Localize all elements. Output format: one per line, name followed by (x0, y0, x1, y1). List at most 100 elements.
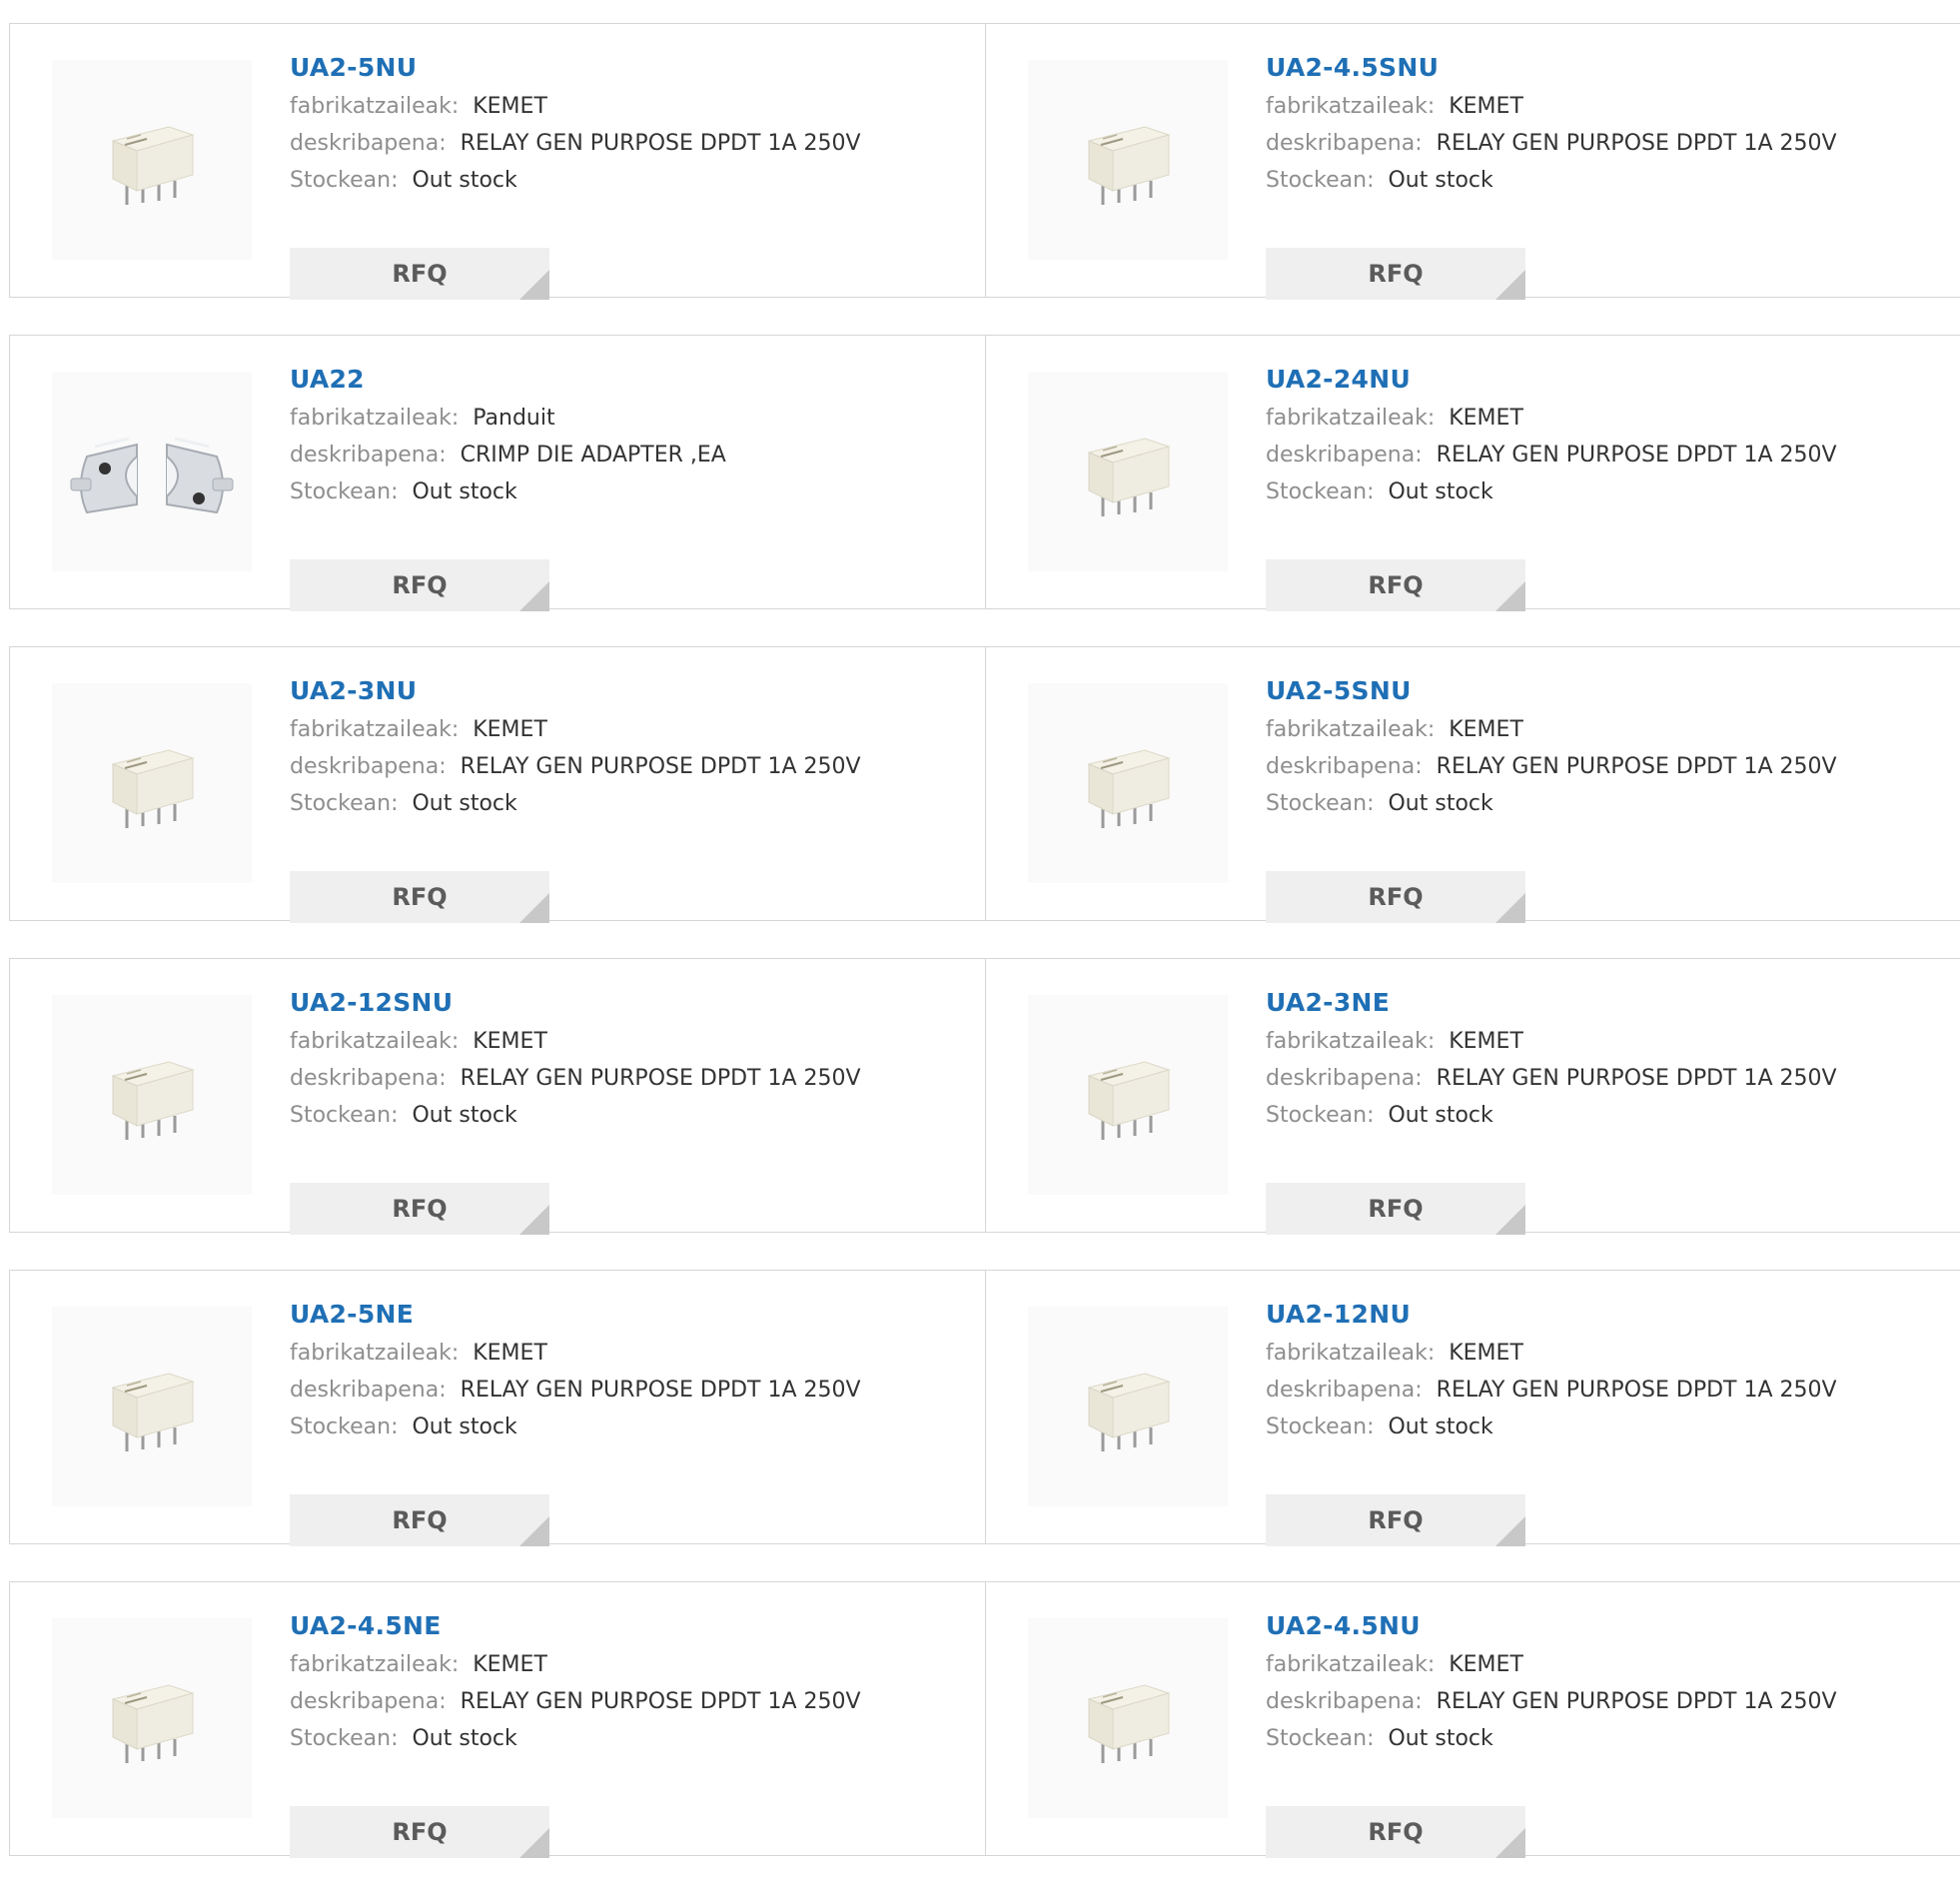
description-field: deskribapena: RELAY GEN PURPOSE DPDT 1A 2… (290, 1060, 975, 1097)
product-info: UA2-12SNU fabrikatzaileak: KEMET deskribape… (290, 987, 975, 1235)
manufacturer-field: fabrikatzaileak: KEMET (290, 1335, 975, 1372)
relay-image[interactable] (1028, 1618, 1228, 1818)
stock-field: Stockean: Out stock (1266, 1720, 1950, 1757)
corner-triangle-icon (1495, 1828, 1525, 1858)
part-number-link[interactable]: UA2-4.5SNU (1266, 52, 1950, 88)
relay-image[interactable] (52, 683, 252, 883)
relay-image[interactable] (1028, 995, 1228, 1195)
corner-triangle-icon (1495, 270, 1525, 300)
rfq-label: RFQ (1368, 1818, 1424, 1846)
description-field: deskribapena: RELAY GEN PURPOSE DPDT 1A 2… (290, 125, 975, 162)
manufacturer-label: fabrikatzaileak: (290, 1341, 460, 1366)
part-number-link[interactable]: UA2-3NE (1266, 987, 1950, 1023)
rfq-button[interactable]: RFQ (290, 1183, 549, 1235)
description-label: deskribapena: (1266, 1378, 1423, 1403)
rfq-button[interactable]: RFQ (1266, 248, 1525, 300)
rfq-button[interactable]: RFQ (290, 1806, 549, 1858)
part-number-link[interactable]: UA2-5NU (290, 52, 975, 88)
description-label: deskribapena: (1266, 131, 1423, 156)
part-number-link[interactable]: UA2-5SNU (1266, 675, 1950, 711)
stock-value: Out stock (1388, 1726, 1493, 1751)
description-value: RELAY GEN PURPOSE DPDT 1A 250V (1436, 1378, 1837, 1403)
description-value: RELAY GEN PURPOSE DPDT 1A 250V (460, 1066, 861, 1091)
manufacturer-field: fabrikatzaileak: KEMET (1266, 400, 1950, 437)
part-number-link[interactable]: UA2-12NU (1266, 1299, 1950, 1335)
rfq-button[interactable]: RFQ (1266, 1806, 1525, 1858)
corner-triangle-icon (519, 893, 549, 923)
rfq-button[interactable]: RFQ (290, 1494, 549, 1546)
part-number-link[interactable]: UA2-5NE (290, 1299, 975, 1335)
stock-value: Out stock (412, 168, 517, 193)
product-info: UA2-5NE fabrikatzaileak: KEMET deskribapena… (290, 1299, 975, 1546)
description-field: deskribapena: CRIMP DIE ADAPTER ,EA (290, 437, 975, 473)
manufacturer-value: Panduit (473, 406, 555, 431)
rfq-label: RFQ (392, 883, 448, 911)
manufacturer-label: fabrikatzaileak: (1266, 94, 1436, 119)
description-label: deskribapena: (290, 131, 447, 156)
description-field: deskribapena: RELAY GEN PURPOSE DPDT 1A 2… (1266, 1372, 1950, 1409)
product-info: UA2-3NU fabrikatzaileak: KEMET deskribapena… (290, 675, 975, 923)
rfq-label: RFQ (1368, 1506, 1424, 1534)
part-number-link[interactable]: UA2-3NU (290, 675, 975, 711)
description-label: deskribapena: (290, 1378, 447, 1403)
stock-value: Out stock (1388, 791, 1493, 816)
manufacturer-value: KEMET (1449, 717, 1523, 742)
product-row: UA2-12SNU fabrikatzaileak: KEMET deskribape… (9, 958, 1960, 1235)
manufacturer-field: fabrikatzaileak: KEMET (1266, 1646, 1950, 1683)
manufacturer-label: fabrikatzaileak: (1266, 1341, 1436, 1366)
description-label: deskribapena: (1266, 754, 1423, 779)
rfq-button[interactable]: RFQ (1266, 1183, 1525, 1235)
stock-value: Out stock (412, 479, 517, 504)
relay-image[interactable] (1028, 60, 1228, 260)
relay-image[interactable] (1028, 372, 1228, 571)
product-info: UA2-3NE fabrikatzaileak: KEMET deskribapena… (1266, 987, 1950, 1235)
rfq-button[interactable]: RFQ (1266, 559, 1525, 611)
product-card: UA2-24NU fabrikatzaileak: KEMET deskribapen… (985, 336, 1960, 611)
rfq-button[interactable]: RFQ (290, 871, 549, 923)
description-field: deskribapena: RELAY GEN PURPOSE DPDT 1A 2… (1266, 125, 1950, 162)
description-field: deskribapena: RELAY GEN PURPOSE DPDT 1A 2… (290, 1372, 975, 1409)
stock-value: Out stock (1388, 1103, 1493, 1128)
manufacturer-label: fabrikatzaileak: (1266, 1652, 1436, 1677)
part-number-link[interactable]: UA2-4.5NU (1266, 1610, 1950, 1646)
rfq-button[interactable]: RFQ (290, 559, 549, 611)
product-info: UA2-4.5SNU fabrikatzaileak: KEMET deskribap… (1266, 52, 1950, 300)
part-number-link[interactable]: UA2-4.5NE (290, 1610, 975, 1646)
description-value: RELAY GEN PURPOSE DPDT 1A 250V (1436, 131, 1837, 156)
stock-label: Stockean: (290, 479, 399, 504)
part-number-link[interactable]: UA2-24NU (1266, 364, 1950, 400)
crimp-die-adapter-image[interactable] (52, 372, 252, 571)
rfq-button[interactable]: RFQ (1266, 871, 1525, 923)
stock-label: Stockean: (1266, 1415, 1375, 1439)
product-card: UA2-5NE fabrikatzaileak: KEMET deskribapena… (10, 1271, 985, 1546)
description-field: deskribapena: RELAY GEN PURPOSE DPDT 1A 2… (1266, 748, 1950, 785)
stock-field: Stockean: Out stock (290, 473, 975, 510)
description-value: RELAY GEN PURPOSE DPDT 1A 250V (1436, 1689, 1837, 1714)
description-value: CRIMP DIE ADAPTER ,EA (460, 443, 726, 468)
description-label: deskribapena: (290, 1689, 447, 1714)
rfq-label: RFQ (1368, 1195, 1424, 1223)
stock-field: Stockean: Out stock (1266, 1097, 1950, 1134)
manufacturer-value: KEMET (1449, 1652, 1523, 1677)
relay-image[interactable] (1028, 683, 1228, 883)
product-card: UA2-5NU fabrikatzaileak: KEMET deskribapena… (10, 24, 985, 300)
rfq-button[interactable]: RFQ (290, 248, 549, 300)
part-number-link[interactable]: UA22 (290, 364, 975, 400)
description-value: RELAY GEN PURPOSE DPDT 1A 250V (460, 131, 861, 156)
manufacturer-value: KEMET (1449, 94, 1523, 119)
stock-value: Out stock (1388, 479, 1493, 504)
part-number-link[interactable]: UA2-12SNU (290, 987, 975, 1023)
manufacturer-label: fabrikatzaileak: (1266, 1029, 1436, 1054)
manufacturer-label: fabrikatzaileak: (290, 406, 460, 431)
relay-image[interactable] (52, 1307, 252, 1506)
product-card: UA2-4.5SNU fabrikatzaileak: KEMET deskribap… (985, 24, 1960, 300)
relay-image[interactable] (52, 60, 252, 260)
relay-image[interactable] (1028, 1307, 1228, 1506)
rfq-button[interactable]: RFQ (1266, 1494, 1525, 1546)
stock-field: Stockean: Out stock (290, 1097, 975, 1134)
relay-image[interactable] (52, 1618, 252, 1818)
manufacturer-value: KEMET (473, 717, 547, 742)
relay-image[interactable] (52, 995, 252, 1195)
description-label: deskribapena: (290, 754, 447, 779)
stock-label: Stockean: (290, 1726, 399, 1751)
